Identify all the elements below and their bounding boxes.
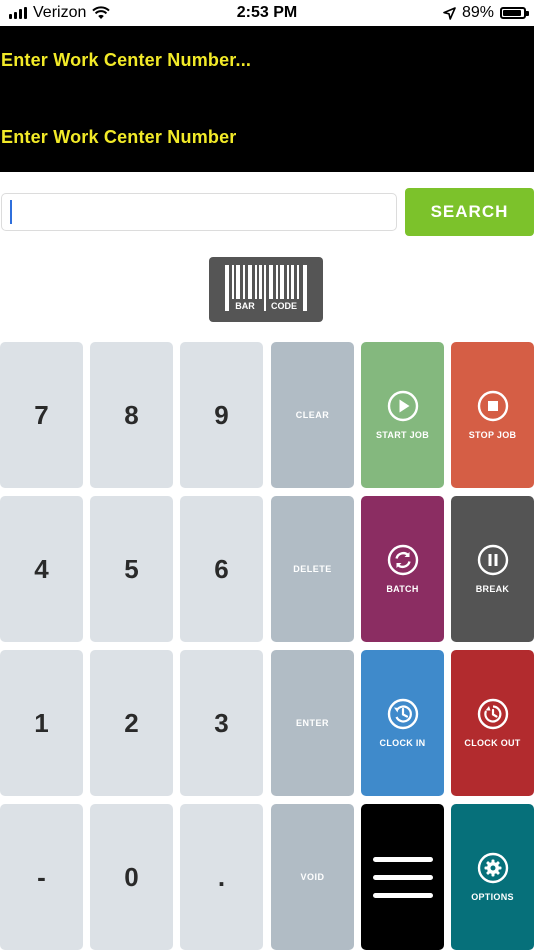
status-bar: Verizon 2:53 PM 89% [0, 0, 534, 26]
pause-icon [477, 544, 509, 576]
gear-icon [477, 852, 509, 884]
key-3[interactable]: 3 [180, 650, 263, 796]
key-8[interactable]: 8 [90, 342, 173, 488]
search-button[interactable]: SEARCH [405, 188, 534, 236]
enter-button[interactable]: ENTER [271, 650, 354, 796]
clock-in-icon [387, 698, 419, 730]
key-1[interactable]: 1 [0, 650, 83, 796]
refresh-icon [387, 544, 419, 576]
battery-percent: 89% [461, 4, 494, 21]
barcode-label-right: CODE [271, 301, 297, 311]
batch-button[interactable]: BATCH [361, 496, 444, 642]
hamburger-menu-icon [372, 856, 433, 898]
key-4[interactable]: 4 [0, 496, 83, 642]
key-9[interactable]: 9 [180, 342, 263, 488]
key-6[interactable]: 6 [180, 496, 263, 642]
work-center-input[interactable] [1, 193, 397, 231]
key-7[interactable]: 7 [0, 342, 83, 488]
key-0[interactable]: 0 [90, 804, 173, 950]
location-arrow-icon [443, 6, 456, 20]
void-button[interactable]: VOID [271, 804, 354, 950]
clock-out-icon [477, 698, 509, 730]
battery-level-fill [503, 10, 521, 16]
text-caret [10, 200, 12, 224]
start-job-button[interactable]: START JOB [361, 342, 444, 488]
stop-icon [477, 390, 509, 422]
header-title: Enter Work Center Number... [1, 50, 252, 70]
key-5[interactable]: 5 [90, 496, 173, 642]
header-prompt: Enter Work Center Number [1, 127, 237, 147]
barcode-label-left: BAR [235, 301, 255, 311]
barcode-scan-button[interactable]: BAR CODE [209, 257, 323, 322]
clock-out-button[interactable]: CLOCK OUT [451, 650, 534, 796]
play-icon [387, 390, 419, 422]
clear-button[interactable]: CLEAR [271, 342, 354, 488]
barcode-icon: BAR CODE [225, 265, 307, 311]
key-minus[interactable]: - [0, 804, 83, 950]
header-banner: Enter Work Center Number... Enter Work C… [0, 26, 534, 172]
battery-icon [500, 7, 529, 19]
break-button[interactable]: BREAK [451, 496, 534, 642]
clock-in-button[interactable]: CLOCK IN [361, 650, 444, 796]
status-right: 89% [443, 4, 529, 22]
options-button[interactable]: OPTIONS [451, 804, 534, 950]
menu-button[interactable] [361, 804, 444, 950]
delete-button[interactable]: DELETE [271, 496, 354, 642]
key-2[interactable]: 2 [90, 650, 173, 796]
stop-job-button[interactable]: STOP JOB [451, 342, 534, 488]
key-decimal[interactable]: . [180, 804, 263, 950]
